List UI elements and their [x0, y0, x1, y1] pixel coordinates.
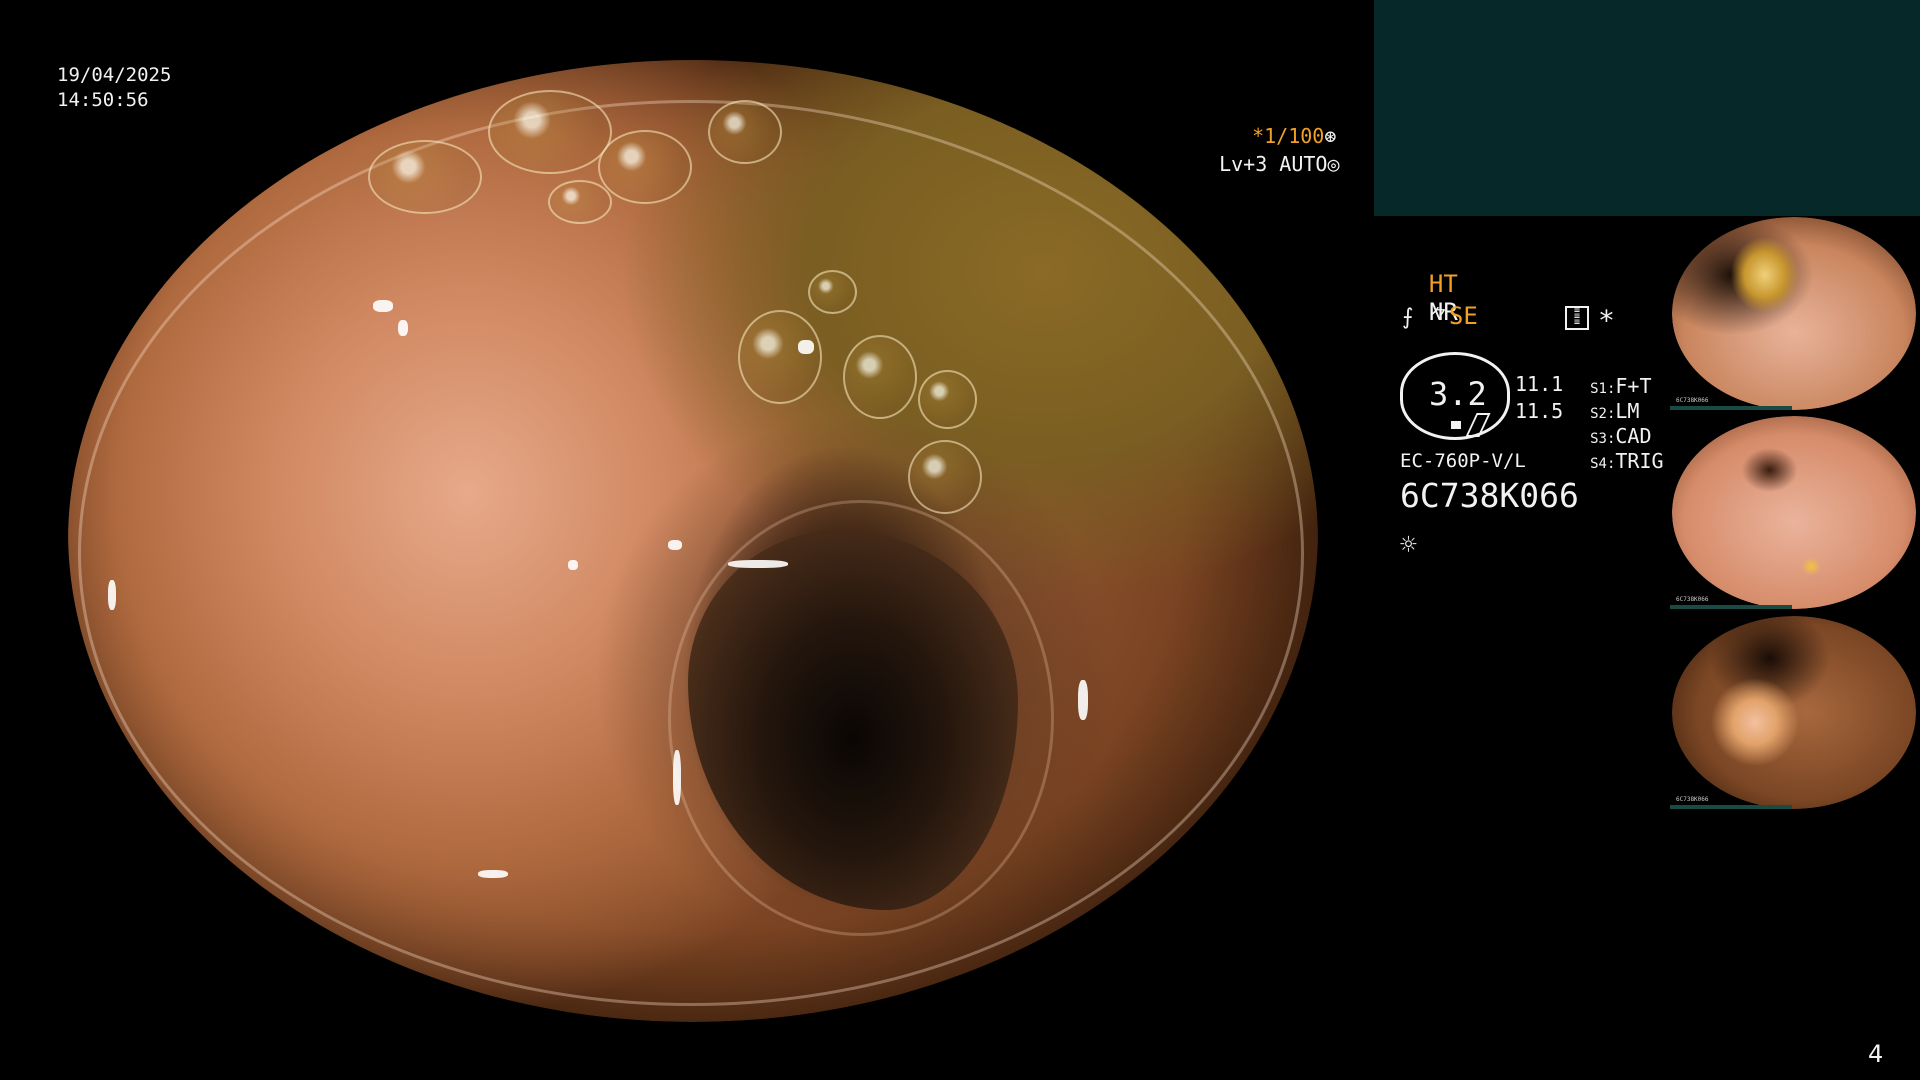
switch-s4: S4:TRIG	[1566, 425, 1664, 473]
time-label: 14:50:56	[57, 89, 149, 111]
light-reflection	[373, 300, 393, 312]
light-reflection	[1078, 680, 1088, 720]
light-reflection	[478, 870, 508, 878]
fluid-bubble	[908, 440, 982, 514]
thumbnail-progress	[1670, 406, 1792, 410]
light-reflection	[668, 540, 682, 550]
thumbnail-progress	[1670, 805, 1792, 809]
mucosal-fold	[78, 100, 1304, 1006]
fluid-bubble	[843, 335, 917, 419]
fluid-bubble	[708, 100, 782, 164]
level-value-2: 11.5	[1515, 399, 1564, 423]
zoom-value: 3.2	[1429, 375, 1487, 413]
scope-serial: 6C738K066	[1400, 476, 1579, 515]
iris-value: Lv+3 AUTO	[1219, 152, 1328, 176]
fluid-bubble	[738, 310, 822, 404]
zoom-indicator-block	[1451, 421, 1461, 429]
light-reflection	[728, 560, 788, 568]
zoom-badge: 3.2	[1400, 352, 1510, 440]
fluid-bubble	[598, 130, 692, 204]
pen-icon: ⨍	[1402, 305, 1414, 330]
masked-info-panel	[1374, 0, 1920, 216]
record-star: *	[1598, 304, 1615, 337]
iris-mode: Lv+3 AUTO◎	[1195, 128, 1340, 176]
thumbnail-image	[1672, 616, 1916, 809]
date-label: 19/04/2025	[57, 64, 172, 86]
light-reflection	[673, 750, 681, 805]
endoscopy-main-view	[68, 60, 1318, 1022]
brightness-icon: ☼	[1400, 528, 1417, 561]
light-reflection	[568, 560, 578, 570]
thumbnail-serial: 6C738K066	[1676, 796, 1709, 803]
fluid-bubble	[368, 140, 482, 214]
mucosal-fold	[668, 500, 1054, 936]
light-reflection	[798, 340, 814, 354]
thumbnail-progress	[1670, 605, 1792, 609]
thumbnail-image	[1672, 217, 1916, 410]
fluid-bubble	[918, 370, 977, 429]
zoom-indicator-slash	[1465, 413, 1491, 437]
thumbnail-serial: 6C738K066	[1676, 397, 1709, 404]
fluid-bubble	[548, 180, 612, 224]
fluid-bubble	[488, 90, 612, 174]
fluid-bubble	[808, 270, 857, 314]
thumbnail-image	[1672, 416, 1916, 609]
light-reflection	[108, 580, 116, 610]
switch-s4-value: TRIG	[1615, 449, 1664, 473]
scope-model: EC-760P-V/L	[1400, 450, 1526, 472]
captured-thumbnail[interactable]: 6C738K066	[1670, 217, 1920, 410]
level-value-1: 11.1	[1515, 372, 1564, 396]
iris-icon: ◎	[1327, 152, 1340, 176]
structure-icon: ⺈	[1428, 305, 1449, 329]
captured-thumbnail[interactable]: 6C738K066	[1670, 416, 1920, 609]
switch-s4-key: S4:	[1590, 456, 1616, 472]
captured-thumbnail[interactable]: 6C738K066	[1670, 616, 1920, 809]
thumbnail-serial: 6C738K066	[1676, 596, 1709, 603]
se-mode: SE	[1448, 302, 1478, 330]
light-reflection	[398, 320, 408, 336]
record-icon: ≡ ≡ ≡	[1565, 306, 1589, 330]
page-number: 4	[1868, 1040, 1884, 1068]
